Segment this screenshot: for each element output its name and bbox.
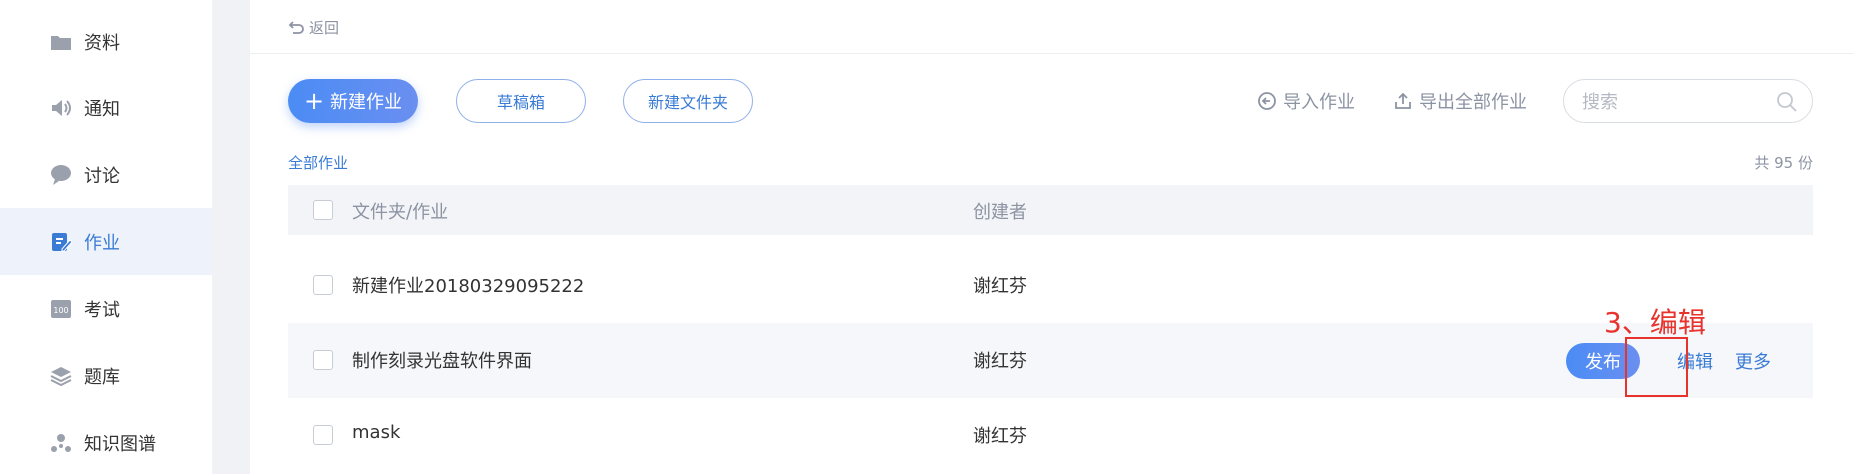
sidebar-item-label: 作业 [84, 232, 120, 254]
new-folder-button[interactable]: 新建文件夹 [623, 79, 753, 123]
export-icon [1395, 92, 1411, 109]
row-creator: 谢红芬 [973, 426, 1027, 447]
sidebar-item-label: 资料 [84, 32, 120, 54]
sidebar-item-label: 考试 [84, 299, 120, 321]
import-label: 导入作业 [1283, 92, 1355, 113]
sidebar-item-knowledge-graph[interactable]: 知识图谱 [0, 409, 212, 474]
svg-text:100: 100 [53, 306, 68, 315]
row-name[interactable]: 制作刻录光盘软件界面 [352, 347, 532, 373]
folder-icon [50, 31, 72, 53]
row-creator: 谢红芬 [973, 276, 1027, 297]
sidebar-item-notice[interactable]: 通知 [0, 74, 212, 141]
total-count: 共 95 份 [1754, 154, 1813, 172]
column-header-creator: 创建者 [973, 202, 1027, 223]
export-all-label: 导出全部作业 [1419, 92, 1527, 113]
export-all-button[interactable]: 导出全部作业 [1393, 88, 1527, 114]
more-link[interactable]: 更多 [1735, 348, 1771, 374]
back-arrow-icon [288, 20, 304, 34]
speaker-icon [50, 97, 72, 119]
row-checkbox[interactable] [313, 425, 333, 445]
sidebar-item-label: 通知 [84, 98, 120, 120]
row-checkbox[interactable] [313, 275, 333, 295]
table-row[interactable]: 制作刻录光盘软件界面 谢红芬 发布 编辑 更多 [288, 323, 1813, 398]
drafts-button[interactable]: 草稿箱 [456, 79, 586, 123]
layers-icon [50, 365, 72, 387]
breadcrumb[interactable]: 全部作业 [288, 152, 348, 173]
sidebar: 资料 通知 讨论 作业 100 考试 题库 知识图谱 [0, 0, 212, 474]
table-header: 文件夹/作业 创建者 [288, 185, 1813, 235]
table-row[interactable]: mask 谢红芬 [288, 398, 1813, 473]
main-panel: 返回 + 新建作业 草稿箱 新建文件夹 导入作业 导出全部作业 全部作业 共 9… [250, 0, 1853, 474]
row-creator: 谢红芬 [973, 351, 1027, 372]
annotation-highlight-box [1625, 337, 1688, 397]
sidebar-item-label: 知识图谱 [84, 433, 156, 455]
back-link[interactable]: 返回 [287, 17, 339, 38]
sidebar-item-label: 题库 [84, 366, 120, 388]
select-all-checkbox[interactable] [313, 200, 333, 220]
annotation-label: 3、编辑 [1604, 306, 1706, 339]
sidebar-item-question-bank[interactable]: 题库 [0, 342, 212, 409]
search-icon[interactable] [1776, 91, 1798, 113]
chat-bubble-icon [50, 164, 72, 186]
plus-icon: + [303, 87, 325, 115]
exam-score-icon: 100 [50, 298, 72, 320]
import-icon [1258, 92, 1276, 110]
column-header-name: 文件夹/作业 [352, 202, 449, 223]
search-input[interactable] [1582, 90, 1772, 114]
new-assignment-button[interactable]: + 新建作业 [288, 79, 418, 123]
sidebar-item-exam[interactable]: 100 考试 [0, 275, 212, 342]
graph-nodes-icon [50, 432, 72, 454]
row-name[interactable]: 新建作业20180329095222 [352, 272, 584, 298]
sidebar-item-discussion[interactable]: 讨论 [0, 141, 212, 208]
edit-document-icon [50, 231, 72, 253]
table-row[interactable]: 新建作业20180329095222 谢红芬 [288, 248, 1813, 323]
row-name[interactable]: mask [352, 422, 400, 443]
back-label: 返回 [309, 19, 340, 37]
new-assignment-label: 新建作业 [330, 92, 403, 113]
sidebar-item-materials[interactable]: 资料 [0, 8, 212, 75]
sidebar-item-assignments[interactable]: 作业 [0, 208, 212, 275]
search-box [1563, 79, 1813, 123]
import-assignment-button[interactable]: 导入作业 [1257, 88, 1355, 114]
row-checkbox[interactable] [313, 350, 333, 370]
back-bar: 返回 [250, 0, 1853, 54]
sidebar-item-label: 讨论 [84, 165, 120, 187]
